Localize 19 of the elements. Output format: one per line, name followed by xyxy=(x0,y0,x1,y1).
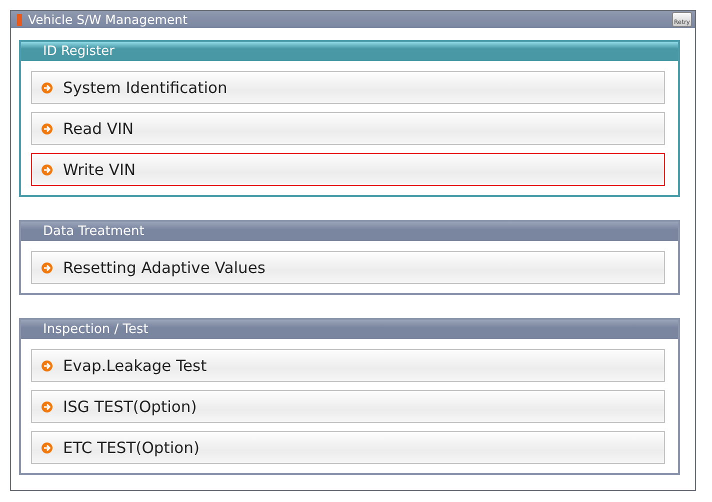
arrow-icon xyxy=(41,164,53,176)
title-marker-icon xyxy=(17,14,22,26)
menu-item[interactable]: ISG TEST(Option) xyxy=(31,390,665,423)
arrow-icon xyxy=(41,360,53,372)
window-title: Vehicle S/W Management xyxy=(28,12,188,27)
section-header: Inspection / Test xyxy=(21,320,678,339)
arrow-icon xyxy=(41,400,53,412)
menu-item[interactable]: Read VIN xyxy=(31,112,665,145)
menu-item[interactable]: System Identification xyxy=(31,71,665,104)
menu-item[interactable]: Write VIN xyxy=(31,153,665,186)
menu-item[interactable]: Evap.Leakage Test xyxy=(31,349,665,382)
arrow-icon xyxy=(41,122,53,134)
arrow-icon xyxy=(41,442,53,454)
menu-item[interactable]: ETC TEST(Option) xyxy=(31,431,665,464)
section-header: ID Register xyxy=(21,42,678,61)
menu-item[interactable]: Resetting Adaptive Values xyxy=(31,251,665,284)
arrow-icon xyxy=(41,82,53,94)
section-header: Data Treatment xyxy=(21,222,678,241)
arrow-icon xyxy=(41,262,53,274)
